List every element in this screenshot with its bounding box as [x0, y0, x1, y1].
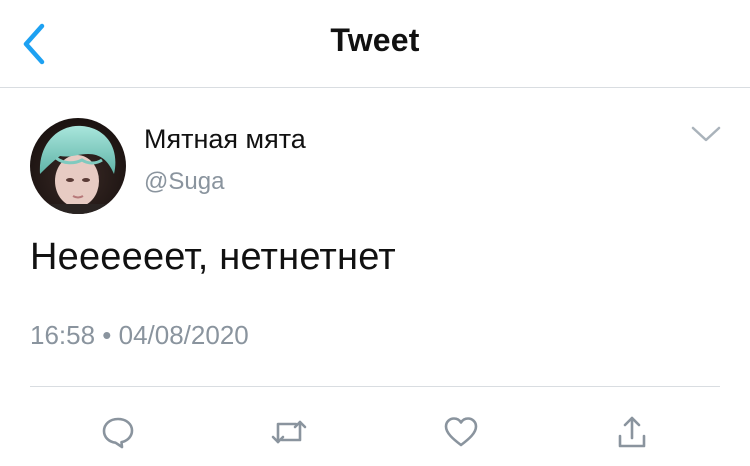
divider	[30, 386, 720, 387]
share-button[interactable]	[610, 410, 654, 454]
retweet-icon	[271, 420, 307, 444]
more-options-button[interactable]	[686, 118, 726, 150]
reply-button[interactable]	[96, 410, 140, 454]
chevron-down-icon	[691, 126, 721, 142]
comment-bubble-icon	[102, 417, 134, 449]
author-handle[interactable]: @Suga	[144, 168, 224, 196]
like-button[interactable]	[439, 410, 483, 454]
tweet-text: Неееееет, нетнетнет	[30, 236, 396, 278]
heart-icon	[444, 417, 478, 447]
retweet-button[interactable]	[267, 410, 311, 454]
avatar[interactable]	[30, 118, 126, 214]
share-upload-icon	[618, 416, 646, 448]
navigation-header: Tweet	[0, 0, 750, 88]
page-title: Tweet	[330, 22, 420, 58]
avatar-image	[30, 118, 126, 214]
tweet-timestamp: 16:58 • 04/08/2020	[30, 320, 249, 350]
author-name[interactable]: Мятная мята	[144, 124, 306, 155]
tweet-detail-screen: Tweet Мятная мята @Suga Неееееет, нетнет…	[0, 0, 750, 466]
